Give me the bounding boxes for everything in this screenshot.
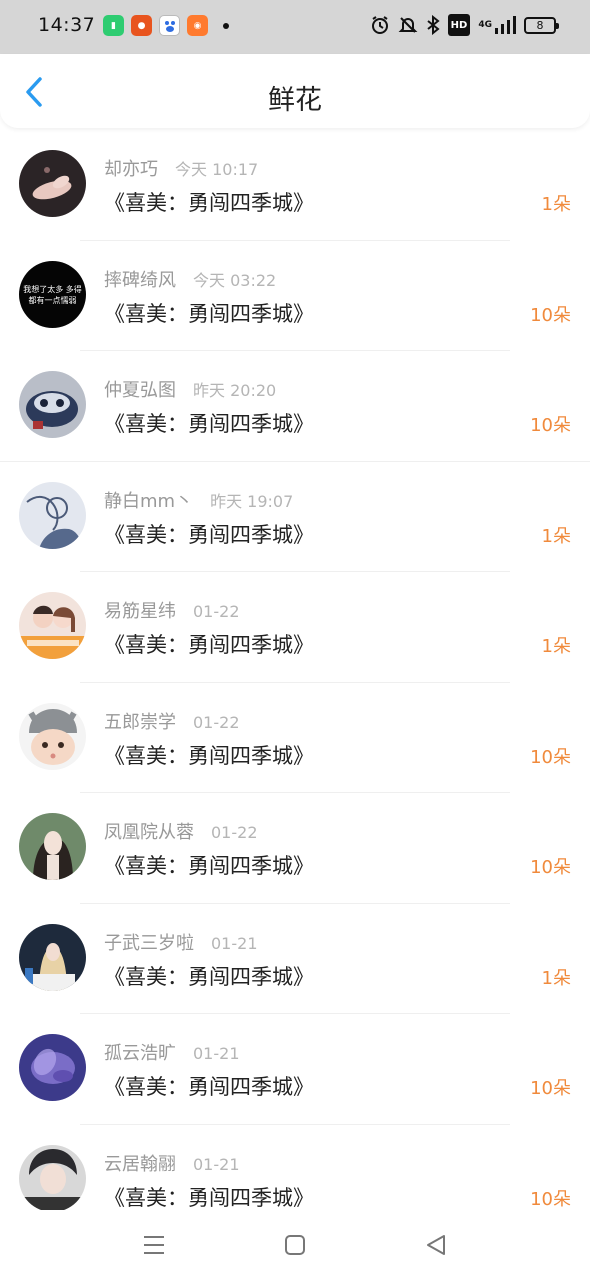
hd-badge: HD: [447, 14, 471, 36]
avatar-text: 我想了太多 多得都有一点懦弱: [23, 284, 82, 305]
avatar[interactable]: [19, 702, 86, 770]
record-time: 01-22: [193, 712, 240, 732]
list-item[interactable]: 孤云浩旷 01-21 《喜美：勇闯四季城》 10朵: [0, 1014, 590, 1125]
home-button[interactable]: [280, 1230, 310, 1260]
flower-count: 10朵: [530, 1188, 571, 1210]
avatar[interactable]: [19, 481, 86, 549]
flower-count: 1朵: [541, 194, 571, 215]
record-time: 01-22: [193, 602, 240, 621]
gift-title[interactable]: 《喜美：勇闯四季城》: [104, 1071, 314, 1101]
mute-bell-icon: [398, 14, 418, 36]
flower-count: 1朵: [541, 636, 571, 657]
battery-icon: 8: [524, 16, 559, 34]
avatar[interactable]: [19, 592, 86, 659]
flower-count: 10朵: [530, 1078, 571, 1099]
flower-count: 10朵: [530, 415, 571, 436]
user-name[interactable]: 易筋星纬: [104, 597, 176, 623]
record-time: 01-22: [211, 823, 258, 842]
list-item[interactable]: 子武三岁啦 01-21 《喜美：勇闯四季城》 1朵: [0, 904, 590, 1015]
flower-count: 1朵: [541, 525, 571, 547]
home-square-icon: [285, 1235, 305, 1255]
baidu-icon: [159, 15, 180, 36]
user-name[interactable]: 静白mm丶: [104, 487, 193, 513]
gift-title[interactable]: 《喜美：勇闯四季城》: [104, 850, 314, 880]
list-item[interactable]: 凤凰院从蓉 01-22 《喜美：勇闯四季城》 10朵: [0, 793, 590, 904]
avatar[interactable]: [19, 1034, 86, 1101]
gift-title[interactable]: 《喜美：勇闯四季城》: [104, 298, 314, 328]
back-triangle-icon: [427, 1235, 445, 1255]
user-name[interactable]: 凤凰院从蓉: [104, 818, 194, 844]
menu-button[interactable]: [139, 1230, 169, 1260]
page-title: 鲜花: [268, 85, 322, 116]
avatar[interactable]: [19, 813, 86, 880]
avatar[interactable]: 我想了太多 多得都有一点懦弱: [19, 260, 86, 328]
network-type: 4G: [478, 20, 492, 30]
status-app-icons: ▮ ● ◉: [103, 15, 229, 36]
user-name[interactable]: 五郎崇学: [104, 708, 176, 734]
gift-title[interactable]: 《喜美：勇闯四季城》: [104, 740, 314, 770]
bluetooth-icon: [426, 14, 440, 36]
alarm-icon: [370, 14, 390, 36]
status-bar: 14:37 ▮ ● ◉ HD 4G 8: [0, 0, 590, 54]
gift-title[interactable]: 《喜美：勇闯四季城》: [104, 961, 314, 991]
flower-count: 1朵: [541, 967, 571, 989]
record-time: 01-21: [193, 1044, 240, 1063]
gift-title[interactable]: 《喜美：勇闯四季城》: [104, 519, 314, 549]
user-name[interactable]: 仲夏弘图: [104, 376, 176, 402]
avatar[interactable]: [19, 923, 86, 991]
flower-count: 10朵: [530, 304, 571, 326]
record-time: 昨天 20:20: [193, 381, 277, 400]
record-time: 01-21: [211, 933, 258, 953]
gift-title[interactable]: 《喜美：勇闯四季城》: [104, 187, 314, 217]
menu-icon: [144, 1236, 164, 1254]
user-name[interactable]: 云居翰翮: [104, 1150, 176, 1176]
battery-saver-icon: ▮: [103, 15, 124, 36]
avatar[interactable]: [19, 1144, 86, 1212]
status-right-icons: HD 4G 8: [370, 14, 559, 36]
list-item[interactable]: 易筋星纬 01-22 《喜美：勇闯四季城》 1朵: [0, 572, 590, 683]
list-item[interactable]: 五郎崇学 01-22 《喜美：勇闯四季城》 10朵: [0, 683, 590, 794]
user-name[interactable]: 子武三岁啦: [104, 929, 194, 955]
list-item[interactable]: 仲夏弘图 昨天 20:20 《喜美：勇闯四季城》 10朵: [0, 351, 590, 462]
avatar[interactable]: [19, 150, 86, 217]
record-time: 01-21: [193, 1154, 240, 1174]
app-icon-2: ●: [131, 15, 152, 36]
app-icon-4: ◉: [187, 15, 208, 36]
record-time: 今天 03:22: [193, 270, 277, 290]
status-time: 14:37: [38, 14, 96, 36]
notification-dot-icon: [223, 22, 229, 29]
avatar[interactable]: [19, 371, 86, 438]
flower-count: 10朵: [530, 857, 571, 878]
flower-count: 10朵: [530, 746, 571, 768]
record-time: 今天 10:17: [175, 160, 259, 179]
battery-level: 8: [536, 18, 544, 32]
system-nav-bar: [0, 1210, 590, 1280]
signal-icon: 4G: [478, 14, 516, 36]
user-name[interactable]: 摔碑绮风: [104, 266, 176, 292]
list-item[interactable]: 却亦巧 今天 10:17 《喜美：勇闯四季城》 1朵: [0, 130, 590, 241]
user-name[interactable]: 孤云浩旷: [104, 1039, 176, 1065]
gift-title[interactable]: 《喜美：勇闯四季城》: [104, 629, 314, 659]
back-nav-button[interactable]: [421, 1230, 451, 1260]
app-header: 鲜花: [0, 54, 590, 128]
list-item[interactable]: 静白mm丶 昨天 19:07 《喜美：勇闯四季城》 1朵: [0, 462, 590, 573]
flower-record-list: 却亦巧 今天 10:17 《喜美：勇闯四季城》 1朵 我想了太多 多得都有一点懦…: [0, 130, 590, 1235]
gift-title[interactable]: 《喜美：勇闯四季城》: [104, 1182, 314, 1212]
user-name[interactable]: 却亦巧: [104, 155, 158, 181]
record-time: 昨天 19:07: [210, 491, 294, 511]
gift-title[interactable]: 《喜美：勇闯四季城》: [104, 408, 314, 438]
list-item[interactable]: 我想了太多 多得都有一点懦弱 摔碑绮风 今天 03:22 《喜美：勇闯四季城》 …: [0, 241, 590, 352]
